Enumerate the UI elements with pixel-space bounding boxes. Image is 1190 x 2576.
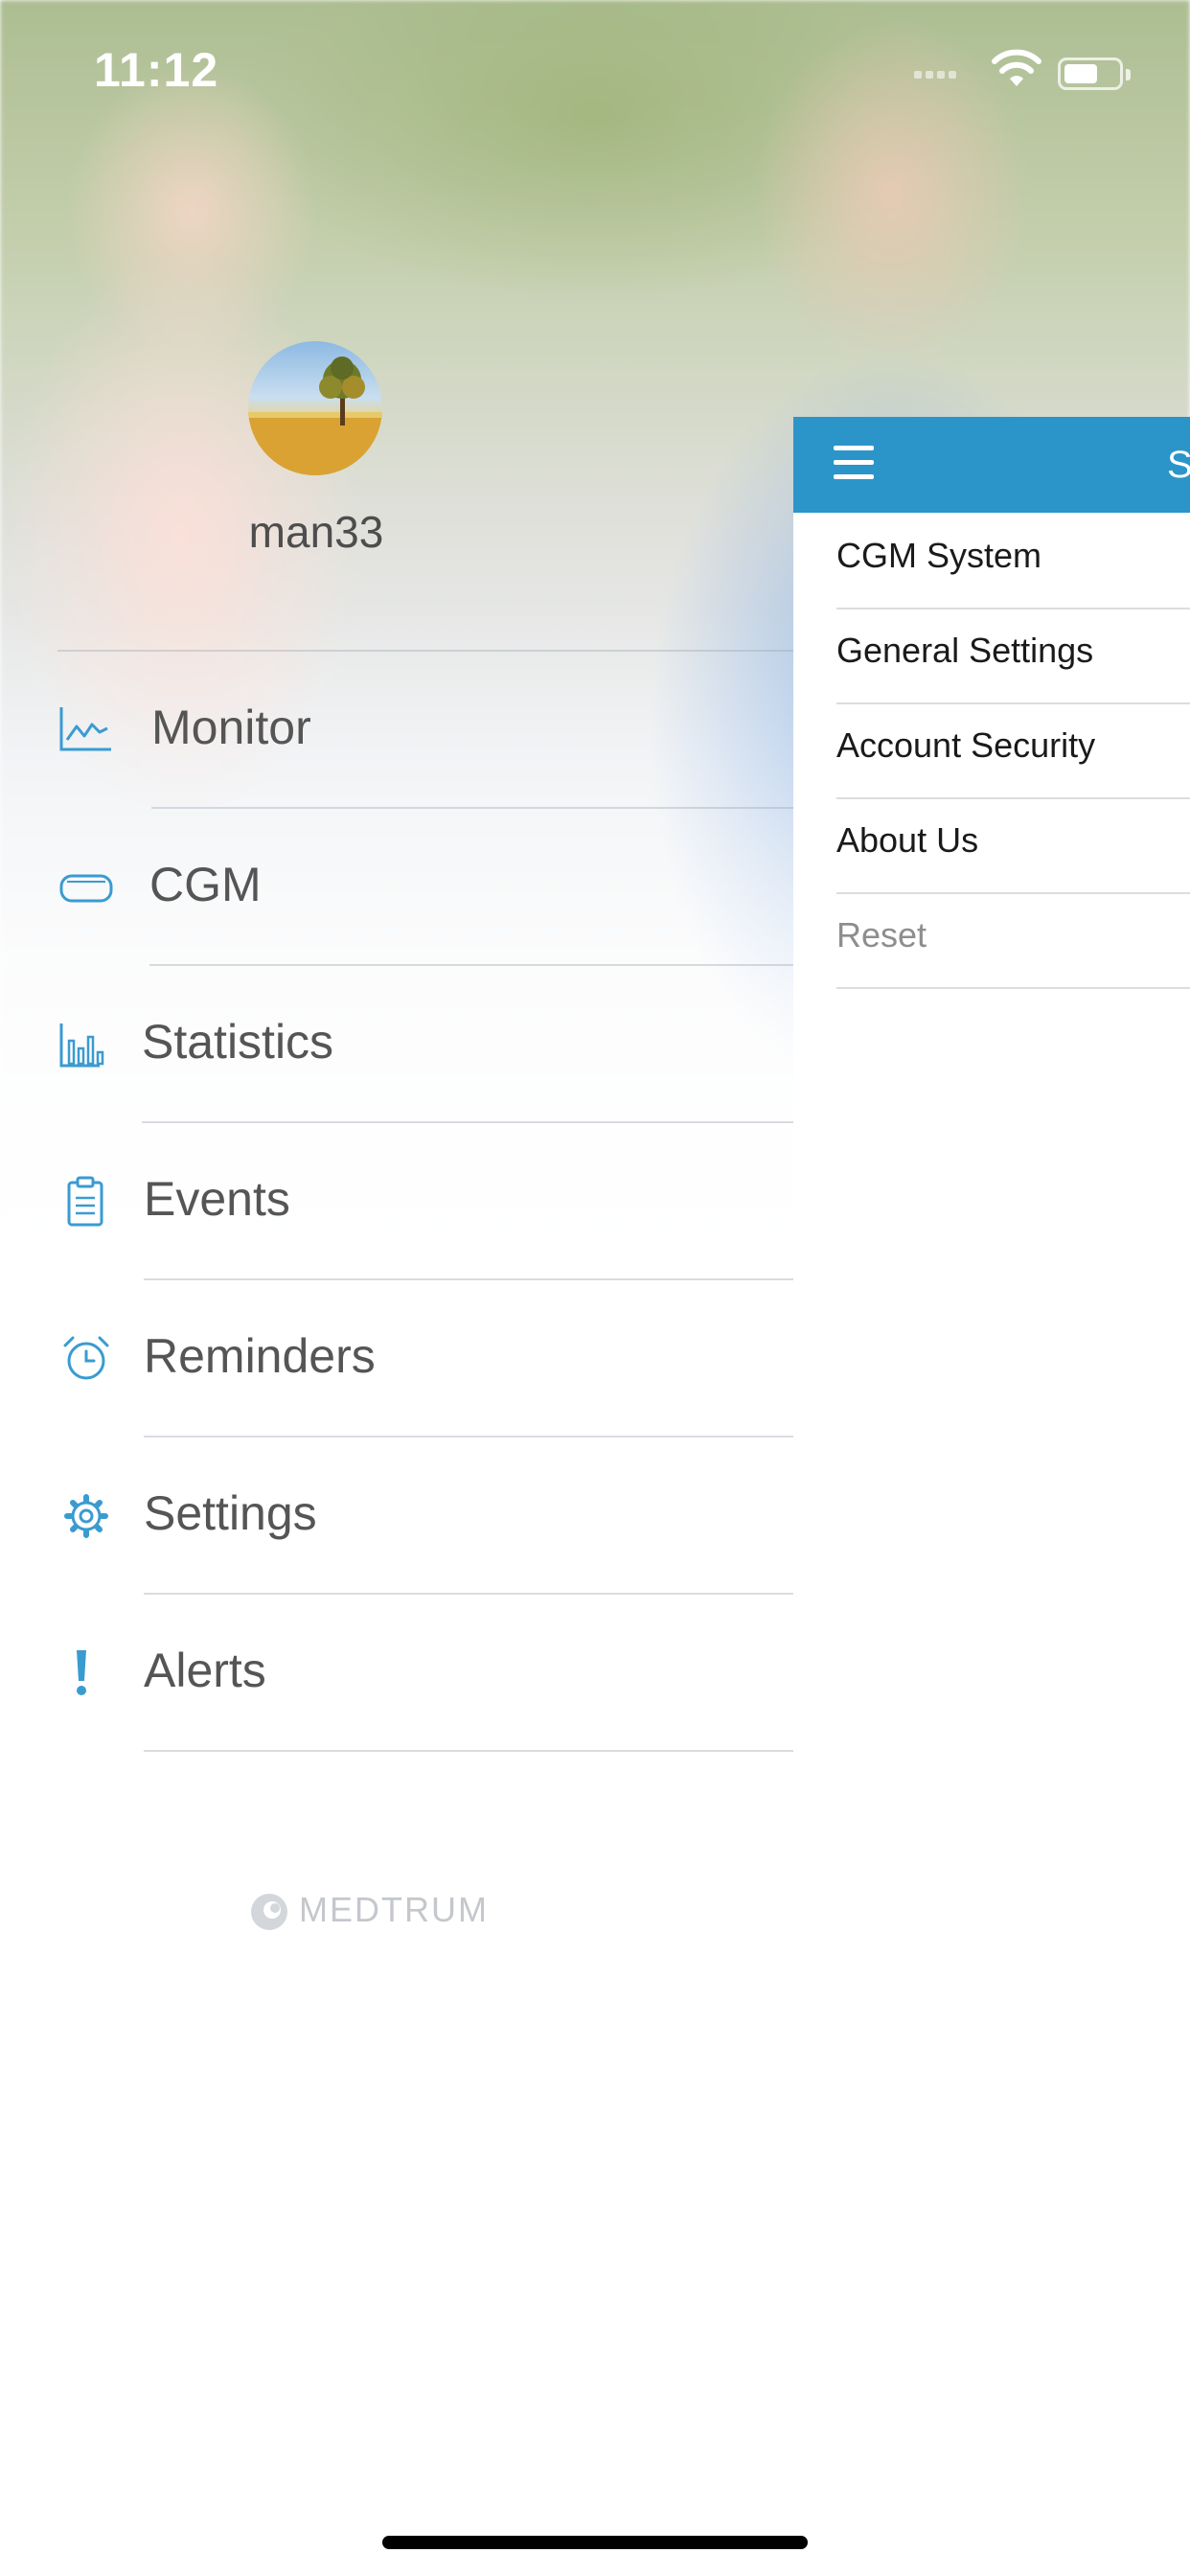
clipboard-icon (67, 1176, 103, 1227)
menu-item-label: Monitor (151, 701, 311, 754)
settings-item-reset[interactable]: Reset (836, 892, 1190, 989)
bar-chart-icon (59, 1024, 104, 1068)
status-time: 11:12 (94, 43, 219, 97)
avatar-tree-image (248, 356, 382, 475)
line-chart-icon (59, 707, 111, 751)
settings-item-about-us[interactable]: About Us (836, 797, 1190, 894)
settings-panel: S CGM System General Settings Account Se… (793, 417, 1190, 2576)
status-icons (914, 48, 1144, 96)
menu-item-label: Settings (144, 1486, 317, 1540)
menu-item-settings[interactable]: Settings (0, 1438, 793, 1595)
medtrum-logo-icon (251, 1894, 287, 1930)
cgm-device-icon (59, 874, 113, 903)
hamburger-menu-icon[interactable] (834, 446, 874, 480)
settings-item-cgm-system[interactable]: CGM System (836, 513, 1190, 610)
exclamation-icon (77, 1650, 86, 1695)
settings-item-label: Account Security (836, 725, 1096, 765)
menu-item-monitor[interactable]: Monitor (0, 652, 793, 809)
menu-item-label: CGM (149, 858, 262, 911)
menu-item-statistics[interactable]: Statistics (0, 966, 793, 1123)
menu-item-label: Events (144, 1172, 290, 1226)
menu-item-reminders[interactable]: Reminders (0, 1280, 793, 1438)
alarm-clock-icon (63, 1336, 109, 1380)
menu-item-label: Reminders (144, 1329, 376, 1383)
brand-name: MEDTRUM (299, 1890, 489, 1929)
menu-divider (144, 1750, 793, 1752)
settings-item-label: Reset (836, 915, 927, 954)
menu-item-events[interactable]: Events (0, 1123, 793, 1280)
settings-item-general-settings[interactable]: General Settings (836, 608, 1190, 704)
menu-item-label: Statistics (142, 1015, 334, 1069)
gear-icon (64, 1494, 108, 1538)
avatar[interactable] (248, 341, 382, 475)
username: man33 (248, 507, 384, 557)
menu-item-label: Alerts (144, 1644, 266, 1697)
settings-header: S (793, 417, 1190, 513)
settings-item-label: About Us (836, 820, 979, 860)
settings-title: S (1167, 444, 1190, 486)
battery-icon (1058, 58, 1131, 90)
wifi-icon (992, 49, 1041, 86)
menu-item-cgm[interactable]: CGM (0, 809, 793, 966)
settings-item-label: General Settings (836, 631, 1094, 670)
home-indicator[interactable] (382, 2536, 808, 2549)
menu-item-alerts[interactable]: Alerts (0, 1595, 793, 1752)
settings-item-label: CGM System (836, 536, 1042, 575)
settings-item-account-security[interactable]: Account Security (836, 702, 1190, 799)
